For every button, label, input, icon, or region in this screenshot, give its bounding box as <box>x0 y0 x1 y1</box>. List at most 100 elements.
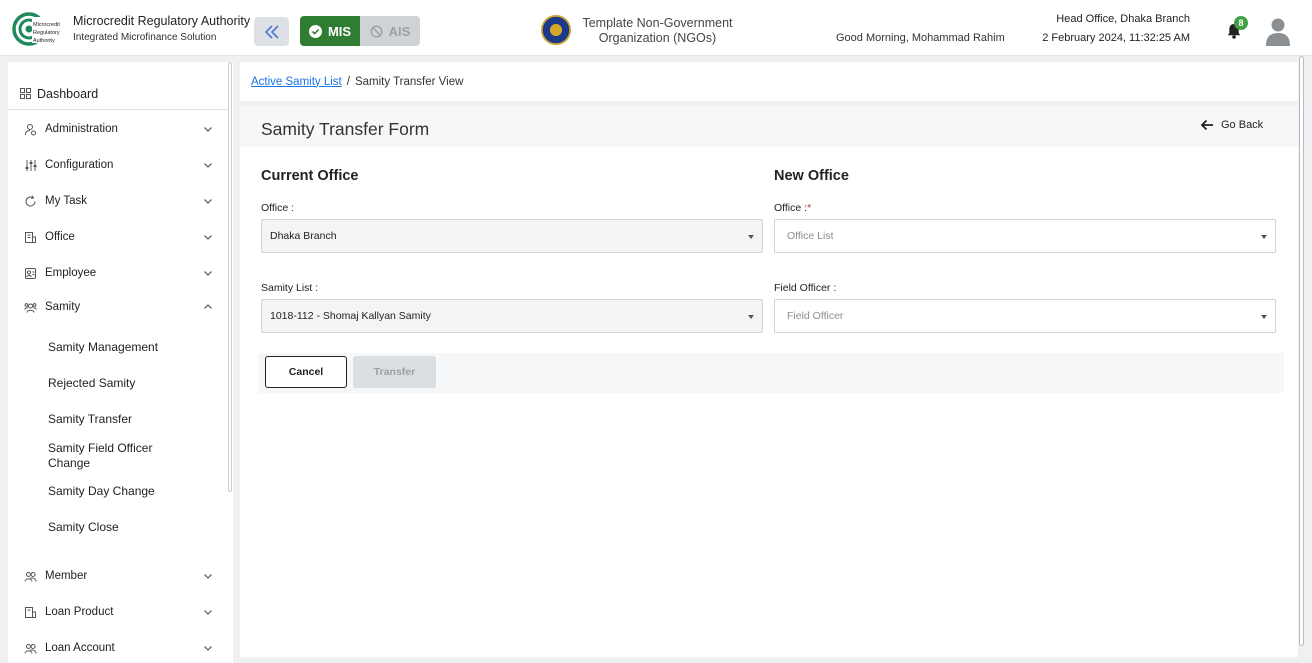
office-icon <box>25 231 36 243</box>
sliders-icon <box>25 159 37 171</box>
caret-down-icon <box>1261 315 1267 319</box>
mis-mode-button[interactable]: MIS <box>300 16 360 46</box>
breadcrumb-separator: / <box>346 75 350 88</box>
sidebar-subitem-samity-transfer[interactable]: Samity Transfer <box>48 412 218 427</box>
chevron-down-icon <box>204 610 212 615</box>
greeting: Good Morning, Mohammad Rahim <box>836 32 1005 44</box>
sidebar-item-label: Member <box>45 570 88 582</box>
sidebar-item-configuration[interactable]: Configuration <box>8 150 223 180</box>
breadcrumb-current: Samity Transfer View <box>354 75 464 88</box>
user-avatar-icon[interactable] <box>1264 16 1292 46</box>
samity-transfer-form: Samity Transfer Form Go Back Current Off… <box>240 106 1298 657</box>
sidebar: Dashboard Administration Configuration M… <box>8 62 233 663</box>
field-officer-label: Field Officer : <box>774 282 837 294</box>
mis-label: MIS <box>327 23 352 39</box>
sidebar-item-loan-account[interactable]: Loan Account <box>8 633 223 663</box>
ais-mode-button[interactable]: AIS <box>360 16 420 46</box>
ngo-name-line1: Template Non-Government <box>582 16 733 30</box>
transfer-button[interactable]: Transfer <box>353 356 436 388</box>
sidebar-item-label: Loan Account <box>45 642 115 654</box>
employee-icon <box>25 267 36 279</box>
form-actions: Cancel Transfer <box>258 353 1284 393</box>
notification-badge: 8 <box>1234 16 1248 30</box>
breadcrumb-link-active-samity-list[interactable]: Active Samity List <box>251 76 342 88</box>
new-office-select[interactable]: Office List <box>774 219 1276 253</box>
samity-list-label: Samity List : <box>261 282 319 294</box>
check-circle-icon <box>308 24 322 38</box>
current-office-value: Dhaka Branch <box>270 230 337 242</box>
members-icon <box>24 571 37 582</box>
caret-down-icon <box>748 315 754 319</box>
sidebar-item-label: Configuration <box>45 159 114 171</box>
chevron-down-icon <box>204 235 212 240</box>
new-office-label-text: Office : <box>774 202 808 214</box>
caret-down-icon <box>1261 235 1267 239</box>
sidebar-subitem-rejected-samity[interactable]: Rejected Samity <box>48 376 218 391</box>
sidebar-item-member[interactable]: Member <box>8 561 223 591</box>
cancel-button[interactable]: Cancel <box>265 356 347 388</box>
sidebar-subitem-samity-day-change[interactable]: Samity Day Change <box>48 484 218 499</box>
sidebar-item-administration[interactable]: Administration <box>8 114 223 144</box>
mode-switch: MIS AIS <box>300 16 420 46</box>
ngo-name-line2: Organization (NGOs) <box>598 31 717 45</box>
sidebar-item-label: Administration <box>45 123 118 135</box>
sidebar-subitem-samity-field-officer-change[interactable]: Samity Field Officer Change <box>48 441 168 471</box>
sidebar-item-employee[interactable]: Employee <box>8 258 223 288</box>
required-marker: * <box>807 202 812 214</box>
chevron-down-icon <box>204 163 212 168</box>
chevron-down-icon <box>204 646 212 651</box>
sidebar-item-dashboard[interactable]: Dashboard <box>8 78 228 110</box>
group-icon <box>24 302 37 313</box>
page-title: Samity Transfer Form <box>261 119 430 139</box>
new-office-label: Office :* <box>774 202 811 214</box>
sidebar-subitem-samity-management[interactable]: Samity Management <box>48 340 218 355</box>
double-chevron-left-icon <box>264 24 279 39</box>
chevron-up-icon <box>204 304 212 309</box>
go-back-label: Go Back <box>1221 119 1264 131</box>
sidebar-scrollbar[interactable] <box>228 62 232 492</box>
chevron-down-icon <box>204 127 212 132</box>
ais-label: AIS <box>388 23 411 39</box>
svg-text:Microcredit: Microcredit <box>33 22 60 28</box>
org-name: Microcredit Regulatory Authority <box>73 14 251 28</box>
go-back-button[interactable]: Go Back <box>1200 119 1263 131</box>
mra-logo: Microcredit Regulatory Authority <box>12 12 66 46</box>
sidebar-item-label: Loan Product <box>45 606 114 618</box>
current-datetime: 2 February 2024, 11:32:25 AM <box>1042 32 1190 44</box>
collapse-sidebar-button[interactable] <box>254 17 289 46</box>
form-header: Samity Transfer Form Go Back <box>240 106 1298 147</box>
sidebar-item-label: Dashboard <box>37 86 99 101</box>
new-office-heading: New Office <box>774 168 849 184</box>
chevron-down-icon <box>204 199 212 204</box>
sidebar-item-samity[interactable]: Samity <box>8 292 223 322</box>
top-header: Microcredit Regulatory Authority Microcr… <box>0 0 1312 56</box>
chevron-down-icon <box>204 271 212 276</box>
current-office-label: Office : <box>261 202 295 214</box>
svg-text:Regulatory: Regulatory <box>33 30 60 36</box>
sidebar-item-label: Employee <box>45 267 97 279</box>
branch-name: Head Office, Dhaka Branch <box>1056 13 1190 25</box>
block-icon <box>370 24 383 38</box>
user-cog-icon <box>25 123 36 135</box>
samity-list-value: 1018-112 - Shomaj Kallyan Samity <box>270 310 431 322</box>
page-scrollbar-thumb[interactable] <box>1299 56 1304 646</box>
samity-list-select[interactable]: 1018-112 - Shomaj Kallyan Samity <box>261 299 763 333</box>
page-scrollbar[interactable] <box>1298 56 1306 657</box>
sidebar-item-label: Office <box>45 231 75 243</box>
field-officer-placeholder: Field Officer <box>787 310 844 322</box>
sidebar-item-office[interactable]: Office <box>8 222 223 252</box>
sidebar-item-label: My Task <box>45 195 87 207</box>
caret-down-icon <box>748 235 754 239</box>
new-office-placeholder: Office List <box>787 230 834 242</box>
sidebar-item-loan-product[interactable]: Loan Product <box>8 597 223 627</box>
org-subtitle: Integrated Microfinance Solution <box>73 32 217 43</box>
current-office-heading: Current Office <box>261 168 359 184</box>
field-officer-select[interactable]: Field Officer <box>774 299 1276 333</box>
dashboard-grid-icon <box>20 88 31 99</box>
breadcrumb: Active Samity List / Samity Transfer Vie… <box>240 62 1298 101</box>
sidebar-item-my-task[interactable]: My Task <box>8 186 223 216</box>
arrow-left-icon <box>1200 119 1213 131</box>
current-office-select[interactable]: Dhaka Branch <box>261 219 763 253</box>
loan-account-icon <box>24 643 37 654</box>
sidebar-subitem-samity-close[interactable]: Samity Close <box>48 520 218 535</box>
